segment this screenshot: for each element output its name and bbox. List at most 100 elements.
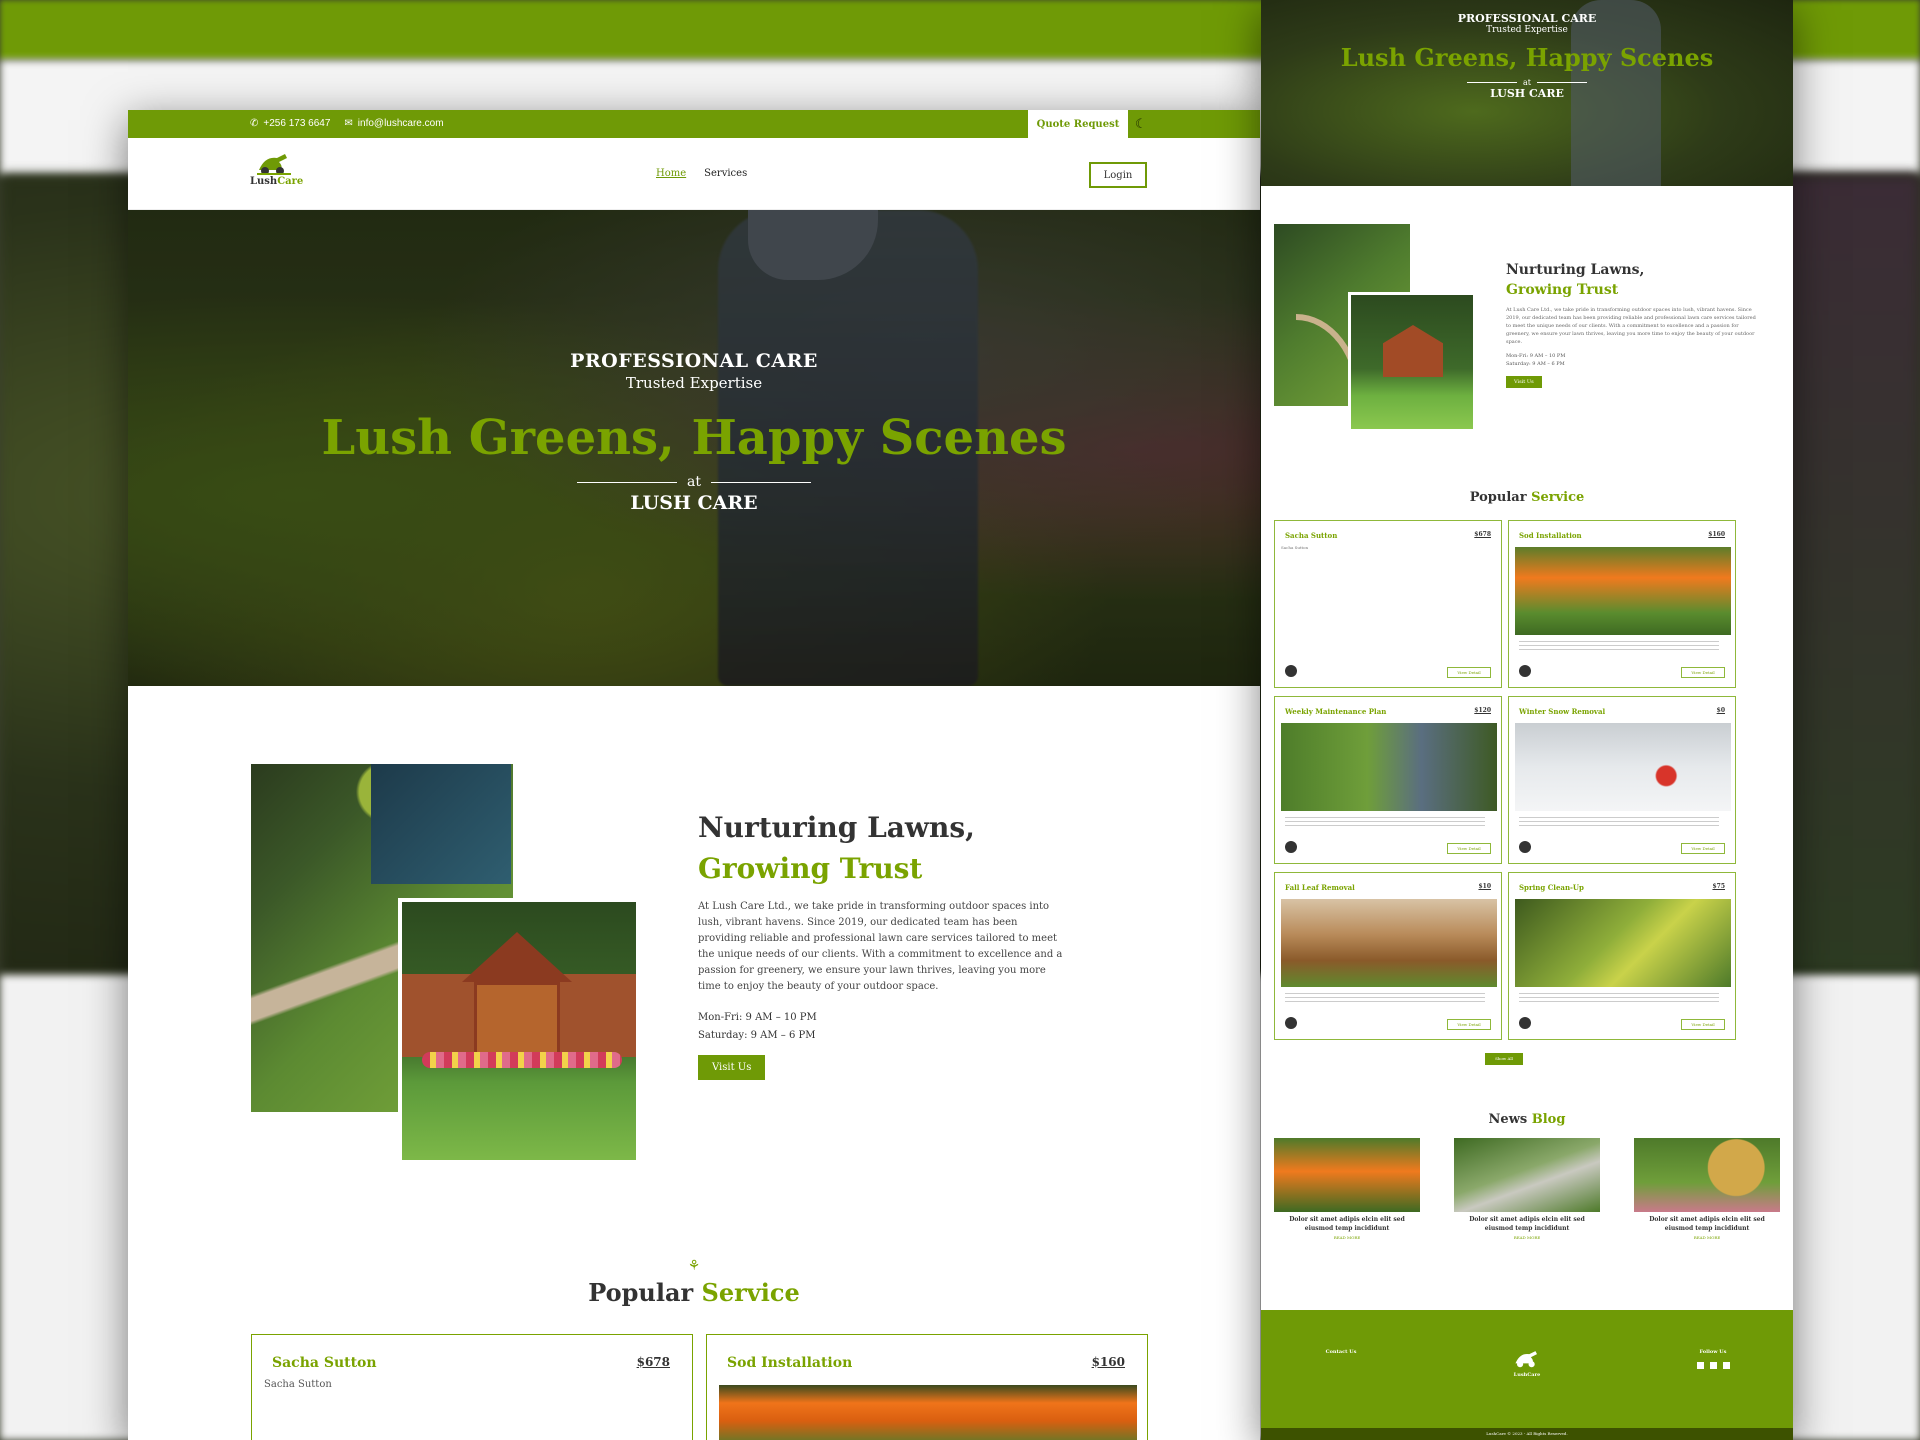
- snow-removal-image: [1515, 723, 1731, 811]
- twitter-icon[interactable]: [1709, 1362, 1717, 1369]
- service-price: $75: [1712, 883, 1725, 890]
- hero-line-2: Trusted Expertise: [625, 374, 763, 392]
- top-contact-bar: ✆ +256 173 6647 ✉ info@lushcare.com Quot…: [128, 110, 1260, 138]
- view-detail-button[interactable]: View Detail: [1447, 667, 1491, 678]
- avatar: [1519, 1017, 1531, 1029]
- social-icons: [1638, 1362, 1788, 1369]
- phone-contact[interactable]: ✆ +256 173 6647: [250, 118, 330, 129]
- divider-line-right: [710, 481, 811, 483]
- preview-hero-content: PROFESSIONAL CARE Trusted Expertise Lush…: [1261, 12, 1793, 100]
- contact-info: ✆ +256 173 6647 ✉ info@lushcare.com: [250, 118, 444, 129]
- preview-popular-title: Popular Service: [1469, 490, 1585, 505]
- full-page-preview: PROFESSIONAL CARE Trusted Expertise Lush…: [1261, 0, 1793, 1440]
- footer-logo[interactable]: LushCare: [1452, 1348, 1602, 1379]
- about-paragraph: At Lush Care Ltd., we take pride in tran…: [698, 901, 1063, 992]
- blog-title: Dolor sit amet adipis elcin elit sed eiu…: [1289, 1216, 1405, 1232]
- preview-visit-button[interactable]: Visit Us: [1506, 376, 1542, 388]
- gazebo-roof: [462, 932, 572, 982]
- lawnmower-ornament-icon: ⚘: [687, 1258, 701, 1274]
- login-button[interactable]: Login: [1089, 162, 1147, 188]
- service-price: $10: [1478, 883, 1491, 890]
- broken-image-alt: Sacha Sutton: [1281, 545, 1309, 550]
- view-detail-button[interactable]: View Detail: [1681, 843, 1725, 854]
- site-logo[interactable]: LushCare: [250, 150, 303, 187]
- avatar: [1519, 841, 1531, 853]
- nav-services[interactable]: Services: [704, 168, 747, 179]
- show-all-button[interactable]: Show All: [1485, 1053, 1523, 1065]
- read-more-link[interactable]: READ MORE: [1274, 1235, 1420, 1240]
- hours-saturday: Saturday: 9 AM – 6 PM: [698, 1030, 816, 1041]
- view-detail-button[interactable]: View Detail: [1681, 1019, 1725, 1030]
- preview-gazebo: [1383, 325, 1443, 377]
- nav-home[interactable]: Home: [656, 168, 686, 179]
- service-card[interactable]: Sod Installation $160: [706, 1334, 1148, 1440]
- avatar: [1519, 665, 1531, 677]
- blog-card[interactable]: Dolor sit amet adipis elcin elit sed eiu…: [1274, 1138, 1420, 1240]
- quote-request-button[interactable]: Quote Request: [1028, 110, 1128, 138]
- hero-banner: PROFESSIONAL CARE Trusted Expertise Lush…: [128, 210, 1260, 686]
- preview-about-paragraph: At Lush Care Ltd., we take pride in tran…: [1506, 307, 1756, 345]
- nav-links: Home Services: [656, 168, 747, 179]
- preview-hero-brand: LUSH CARE: [1490, 87, 1564, 100]
- preview-service-card[interactable]: Winter Snow Removal $0 View Detail: [1508, 696, 1736, 864]
- about-title-2: Growing Trust: [698, 852, 923, 885]
- blog-title: Dolor sit amet adipis elcin elit sed eiu…: [1469, 1216, 1585, 1232]
- mail-icon: ✉: [344, 118, 353, 129]
- blog-card[interactable]: Dolor sit amet adipis elcin elit sed eiu…: [1634, 1138, 1780, 1240]
- service-description: [1285, 993, 1485, 1003]
- sod-installation-image: [1515, 547, 1731, 635]
- preview-service-card[interactable]: Weekly Maintenance Plan $120 View Detail: [1274, 696, 1502, 864]
- blog-image: [1454, 1138, 1600, 1212]
- service-name: Sacha Sutton: [272, 1355, 377, 1371]
- hero-at-divider: at: [128, 474, 1260, 490]
- facebook-icon[interactable]: [1696, 1362, 1704, 1369]
- preview-service-card[interactable]: Sacha Sutton $678 Sacha Sutton View Deta…: [1274, 520, 1502, 688]
- view-detail-button[interactable]: View Detail: [1447, 1019, 1491, 1030]
- blog-image: [1274, 1138, 1420, 1212]
- read-more-link[interactable]: READ MORE: [1634, 1235, 1780, 1240]
- hours-weekday: Mon-Fri: 9 AM – 10 PM: [698, 1012, 817, 1023]
- footer: Contact Us LushCare Follow Us LushCare ©…: [1261, 1310, 1793, 1440]
- desktop-page-mockup: ✆ +256 173 6647 ✉ info@lushcare.com Quot…: [128, 110, 1260, 1440]
- service-price: $160: [1091, 1355, 1125, 1369]
- preview-service-card[interactable]: Spring Clean-Up $75 View Detail: [1508, 872, 1736, 1040]
- blog-card[interactable]: Dolor sit amet adipis elcin elit sed eiu…: [1454, 1138, 1600, 1240]
- email-contact[interactable]: ✉ info@lushcare.com: [344, 118, 443, 129]
- preview-gazebo-image: [1348, 292, 1476, 432]
- view-detail-button[interactable]: View Detail: [1681, 667, 1725, 678]
- view-detail-button[interactable]: View Detail: [1447, 843, 1491, 854]
- about-title-1: Nurturing Lawns,: [698, 811, 975, 844]
- service-name: Winter Snow Removal: [1519, 707, 1606, 716]
- background-blurred-hero-edge: [1780, 175, 1920, 975]
- avatar: [1285, 1017, 1297, 1029]
- service-name: Fall Leaf Removal: [1285, 883, 1355, 892]
- preview-hours: Mon-Fri: 9 AM – 10 PM Saturday: 9 AM – 6…: [1506, 353, 1566, 367]
- gazebo-garden-image: [398, 898, 640, 1164]
- preview-service-card[interactable]: Fall Leaf Removal $10 View Detail: [1274, 872, 1502, 1040]
- service-price: $678: [636, 1355, 670, 1369]
- hero-headline: Lush Greens, Happy Scenes: [321, 410, 1067, 466]
- preview-hero: PROFESSIONAL CARE Trusted Expertise Lush…: [1261, 0, 1793, 186]
- spring-cleanup-image: [1515, 899, 1731, 987]
- service-card[interactable]: Sacha Sutton $678 Sacha Sutton: [251, 1334, 693, 1440]
- sod-installation-image: [719, 1385, 1137, 1440]
- service-price: $0: [1716, 707, 1725, 714]
- footer-follow: Follow Us: [1638, 1348, 1788, 1369]
- gazebo-body: [474, 982, 560, 1056]
- service-name: Sacha Sutton: [1285, 531, 1338, 540]
- blog-image: [1634, 1138, 1780, 1212]
- phone-number: +256 173 6647: [263, 118, 331, 129]
- visit-us-button[interactable]: Visit Us: [698, 1055, 766, 1080]
- flower-bed: [422, 1052, 622, 1068]
- preview-service-card[interactable]: Sod Installation $160 View Detail: [1508, 520, 1736, 688]
- leaf-removal-image: [1281, 899, 1497, 987]
- linkedin-icon[interactable]: [1722, 1362, 1730, 1369]
- preview-hero-headline: Lush Greens, Happy Scenes: [1340, 43, 1714, 72]
- service-name: Sod Installation: [727, 1355, 853, 1371]
- about-section: Nurturing Lawns, Growing Trust At Lush C…: [128, 686, 1260, 1216]
- email-address: info@lushcare.com: [357, 118, 444, 129]
- moon-icon[interactable]: ☾: [1135, 116, 1147, 132]
- service-price: $120: [1474, 707, 1491, 714]
- read-more-link[interactable]: READ MORE: [1454, 1235, 1600, 1240]
- blog-title: Dolor sit amet adipis elcin elit sed eiu…: [1649, 1216, 1765, 1232]
